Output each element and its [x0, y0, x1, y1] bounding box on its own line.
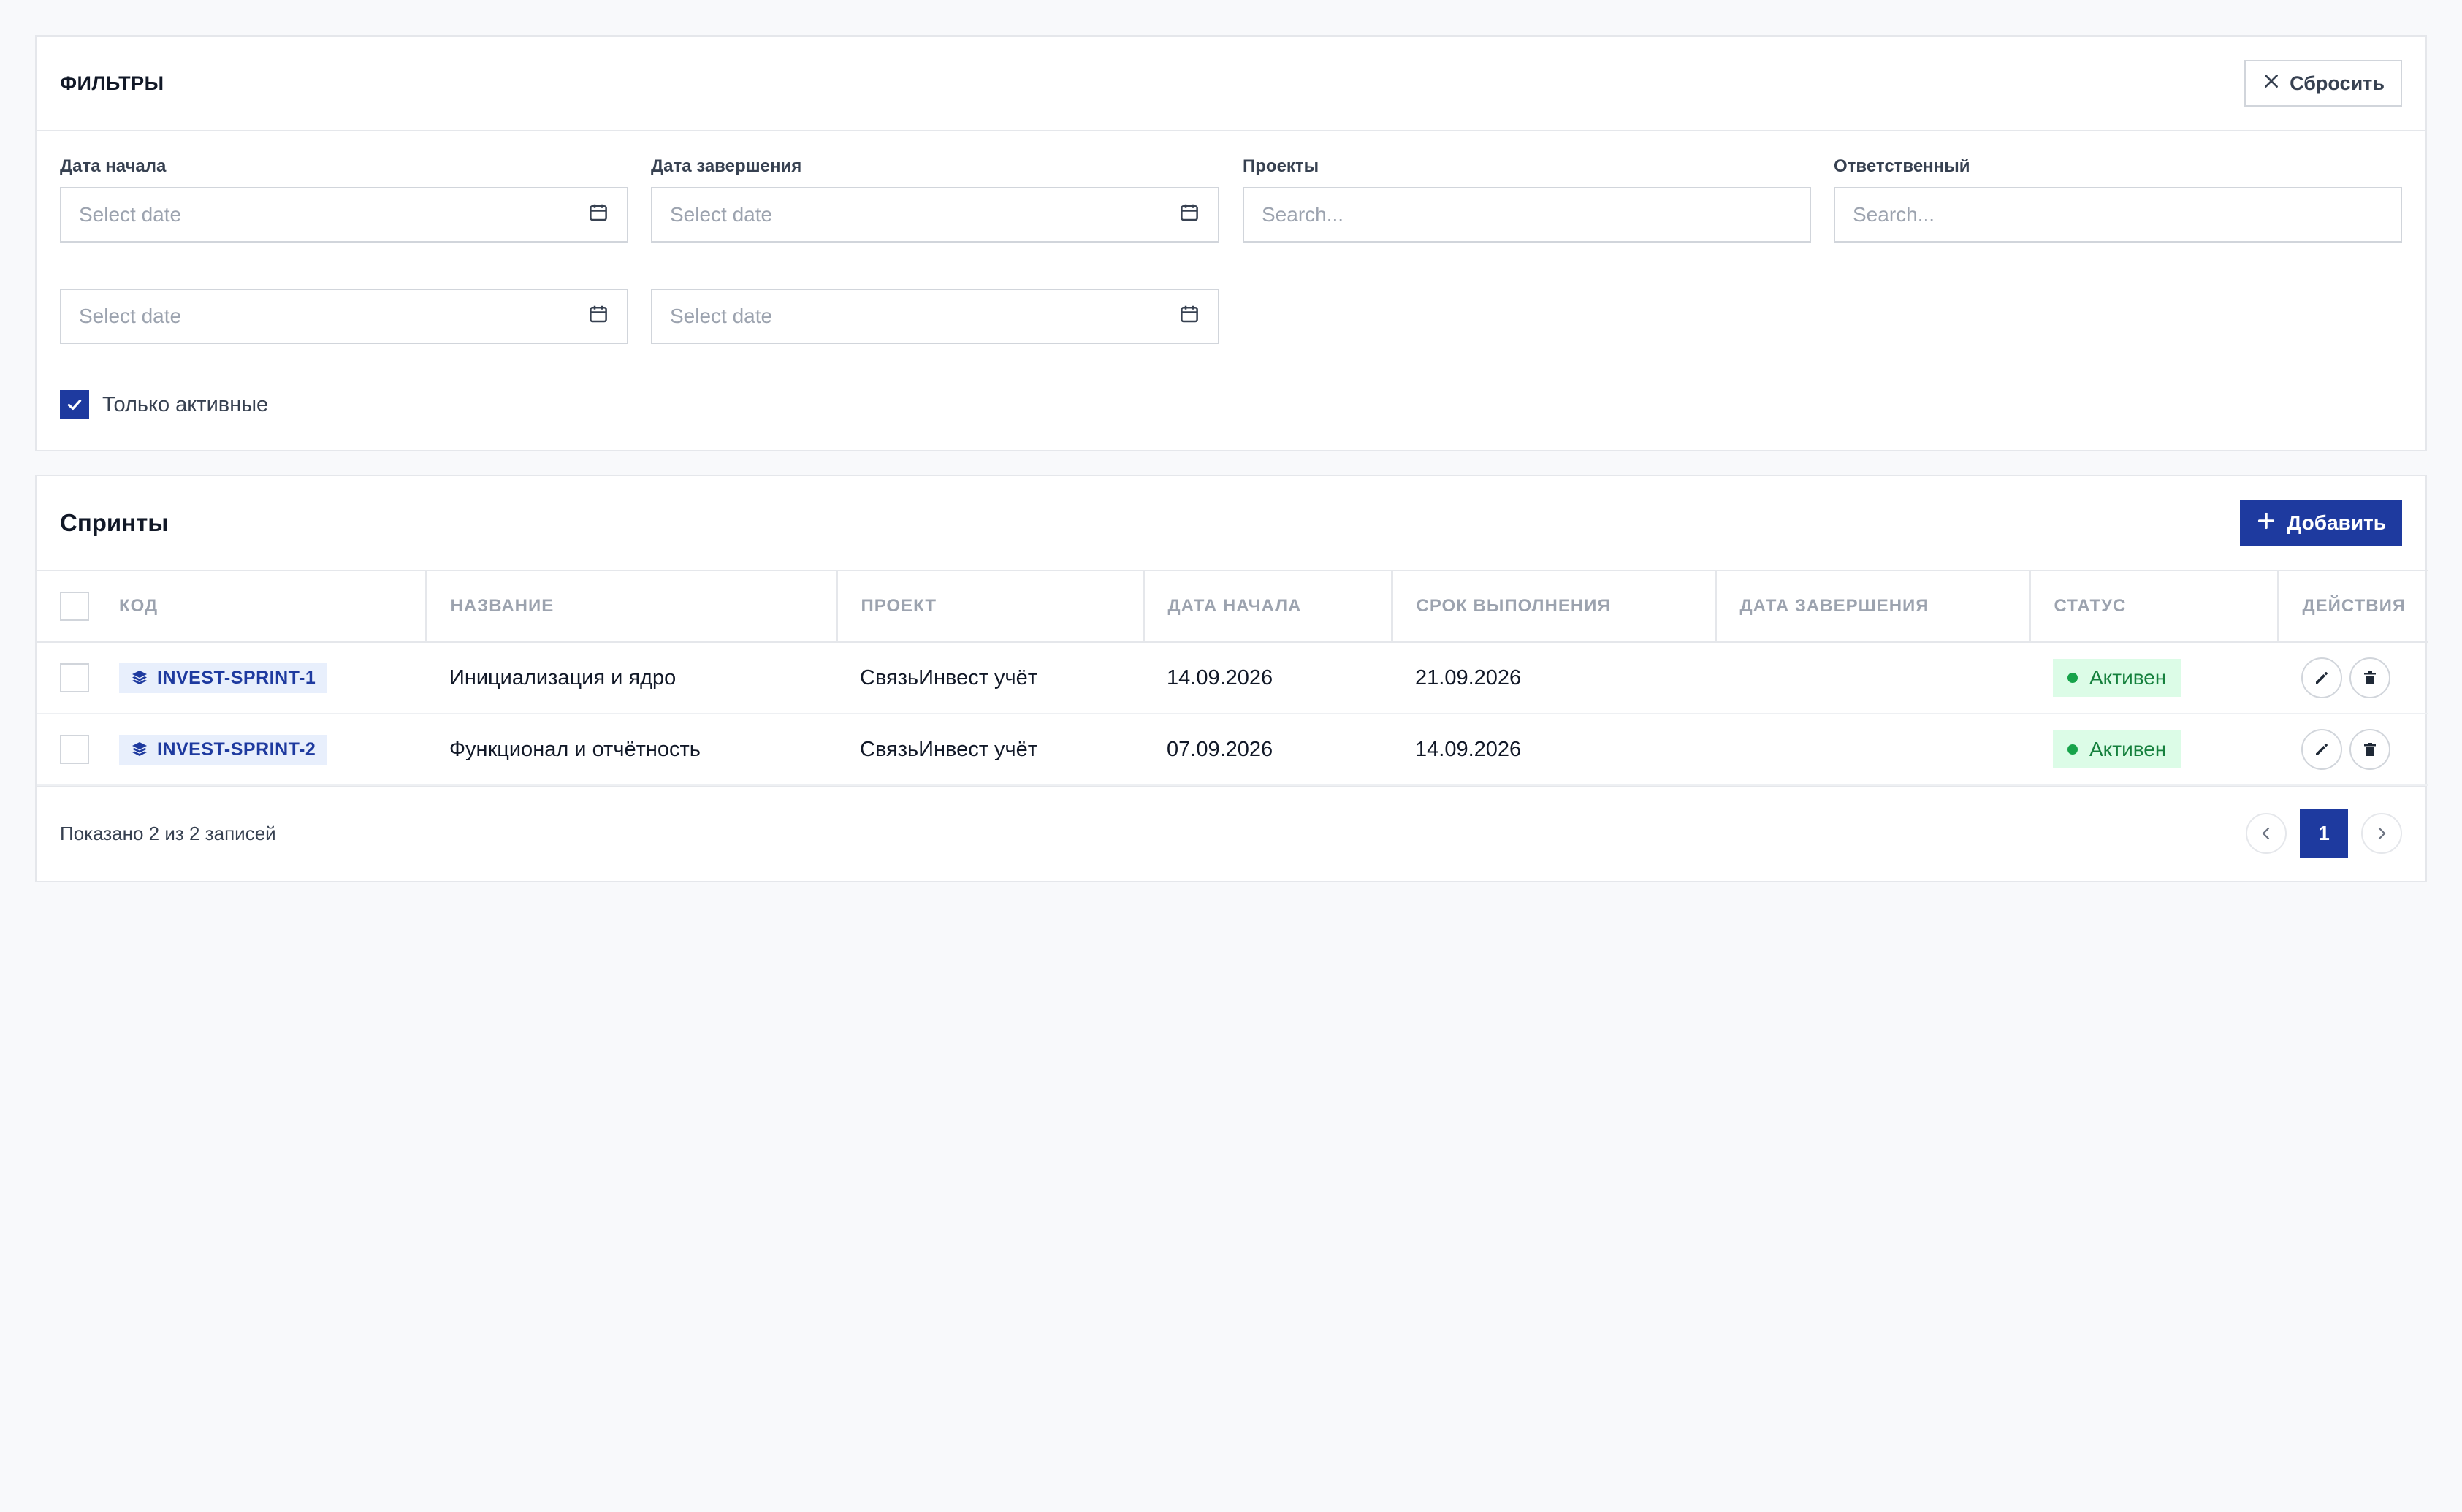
sprint-project: СвязьИнвест учёт [860, 737, 1038, 761]
sprint-finish-date [1715, 714, 2030, 785]
projects-search-input[interactable]: Search... [1243, 187, 1811, 243]
calendar-icon[interactable] [1178, 303, 1200, 330]
delete-button[interactable] [2349, 729, 2390, 770]
column-header-status[interactable]: СТАТУС [2030, 570, 2279, 642]
status-cell: Активен [2030, 714, 2278, 785]
status-dot [2067, 673, 2078, 683]
sprint-code-tag[interactable]: INVEST-SPRINT-1 [119, 663, 328, 693]
sprint-due-date: 21.09.2026 [1415, 665, 1522, 690]
filters-header: ФИЛЬТРЫ Сбросить [37, 37, 2425, 131]
plus-icon [2256, 511, 2276, 536]
check-icon [67, 399, 82, 411]
projects-search-placeholder: Search... [1262, 203, 1344, 226]
records-info: Показано 2 из 2 записей [60, 822, 276, 844]
pagination: 1 [2246, 809, 2402, 858]
sprint-name: Инициализация и ядро [449, 665, 677, 690]
prev-page-button[interactable] [2246, 813, 2287, 854]
start-date-to-placeholder: Select date [79, 305, 182, 327]
calendar-icon[interactable] [587, 303, 609, 330]
chevron-right-icon [2378, 827, 2386, 840]
layers-icon [132, 671, 147, 684]
close-icon [2262, 72, 2281, 96]
sprints-title: Спринты [60, 509, 169, 536]
row-select-cell [37, 714, 119, 785]
status-badge: Активен [2053, 730, 2181, 768]
start-date-to-input[interactable]: Select date [60, 289, 628, 344]
projects-label: Проекты [1243, 156, 1319, 176]
assignee-label: Ответственный [1834, 156, 1970, 176]
sprint-start-date: 14.09.2026 [1167, 665, 1273, 690]
sprints-table: КОД НАЗВАНИЕ ПРОЕКТ ДАТА НАЧАЛА СРОК ВЫП… [37, 570, 2428, 786]
column-header-actions: ДЕЙСТВИЯ [2302, 596, 2406, 616]
column-header-start-date[interactable]: ДАТА НАЧАЛА [1143, 570, 1393, 642]
code-cell: INVEST-SPRINT-2 [119, 714, 426, 785]
assignee-search-placeholder: Search... [1853, 203, 1935, 226]
select-all-cell [37, 570, 119, 642]
row-checkbox[interactable] [60, 735, 89, 764]
active-only-checkbox[interactable] [60, 390, 89, 419]
delete-button[interactable] [2349, 657, 2390, 698]
pencil-icon [2316, 672, 2328, 684]
active-only-label[interactable]: Только активные [102, 393, 268, 417]
filters-panel: ФИЛЬТРЫ Сбросить Дата начала Дата заверш… [35, 35, 2427, 451]
chevron-left-icon [2262, 827, 2270, 840]
table-header-row: КОД НАЗВАНИЕ ПРОЕКТ ДАТА НАЧАЛА СРОК ВЫП… [37, 570, 2428, 642]
column-header-name[interactable]: НАЗВАНИЕ [426, 570, 838, 642]
status-cell: Активен [2030, 642, 2278, 714]
sprints-panel: Спринты Добавить КОД НАЗВАНИЕ ПРОЕКТ ДАТ… [35, 475, 2428, 882]
sprint-project: СвязьИнвест учёт [860, 665, 1038, 690]
layers-icon [132, 742, 147, 756]
page-button-current[interactable]: 1 [2300, 809, 2348, 858]
sprint-start-date: 07.09.2026 [1167, 737, 1273, 761]
sprint-code: INVEST-SPRINT-2 [157, 738, 316, 760]
status-badge: Активен [2053, 659, 2181, 697]
edit-button[interactable] [2301, 729, 2342, 770]
end-date-to-input[interactable]: Select date [651, 289, 1219, 344]
filters-title: ФИЛЬТРЫ [60, 72, 164, 94]
pencil-icon [2316, 744, 2328, 755]
start-date-label: Дата начала [60, 156, 167, 176]
column-header-due-date[interactable]: СРОК ВЫПОЛНЕНИЯ [1392, 570, 1717, 642]
column-header-code[interactable]: КОД [119, 570, 427, 642]
status-label: Активен [2089, 738, 2167, 760]
table-row[interactable]: INVEST-SPRINT-2 Функционал и отчётность … [37, 714, 2428, 785]
calendar-icon[interactable] [587, 202, 609, 229]
add-sprint-button[interactable]: Добавить [2240, 500, 2402, 546]
calendar-icon[interactable] [1178, 202, 1200, 229]
start-date-from-input[interactable]: Select date [60, 187, 628, 243]
reset-button-label: Сбросить [2290, 72, 2385, 94]
reset-button[interactable]: Сбросить [2244, 60, 2402, 107]
sprint-code: INVEST-SPRINT-1 [157, 667, 316, 688]
end-date-to-placeholder: Select date [670, 305, 773, 327]
actions-cell [2278, 642, 2428, 714]
end-date-from-input[interactable]: Select date [651, 187, 1219, 243]
code-cell: INVEST-SPRINT-1 [119, 642, 426, 714]
status-dot [2067, 744, 2078, 755]
select-all-checkbox[interactable] [60, 592, 89, 621]
assignee-search-input[interactable]: Search... [1834, 187, 2402, 243]
trash-icon [2364, 671, 2376, 684]
start-date-from-placeholder: Select date [79, 203, 182, 226]
column-header-project[interactable]: ПРОЕКТ [836, 570, 1145, 642]
sprint-finish-date [1715, 642, 2030, 714]
actions-cell [2278, 714, 2428, 785]
end-date-from-placeholder: Select date [670, 203, 773, 226]
add-sprint-label: Добавить [2287, 511, 2386, 534]
sprint-name: Функционал и отчётность [449, 737, 701, 761]
row-select-cell [37, 642, 119, 714]
edit-button[interactable] [2301, 657, 2342, 698]
sprint-due-date: 14.09.2026 [1415, 737, 1522, 761]
sprints-header: Спринты Добавить [37, 476, 2425, 570]
status-label: Активен [2089, 666, 2167, 689]
table-row[interactable]: INVEST-SPRINT-1 Инициализация и ядро Свя… [37, 642, 2428, 714]
sprint-code-tag[interactable]: INVEST-SPRINT-2 [119, 734, 328, 765]
trash-icon [2364, 743, 2376, 756]
active-only-row: Только активные [60, 390, 268, 419]
column-header-finish-date[interactable]: ДАТА ЗАВЕРШЕНИЯ [1715, 570, 2031, 642]
table-footer: Показано 2 из 2 записей 1 [37, 786, 2425, 879]
row-checkbox[interactable] [60, 663, 89, 692]
next-page-button[interactable] [2361, 813, 2402, 854]
end-date-label: Дата завершения [651, 156, 802, 176]
